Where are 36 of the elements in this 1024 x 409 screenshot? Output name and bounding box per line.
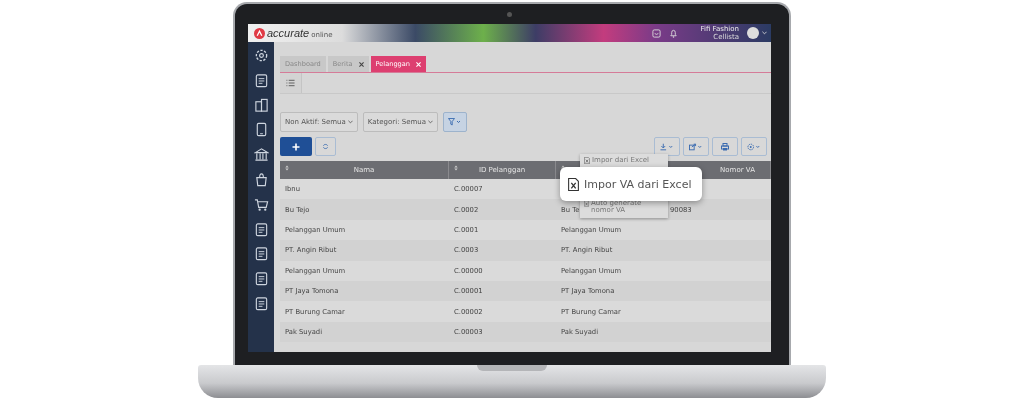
- bell-icon[interactable]: [669, 28, 679, 38]
- excel-file-icon: [568, 177, 579, 191]
- list-icon: [286, 79, 295, 87]
- printer-icon: [721, 142, 729, 151]
- add-button[interactable]: [280, 137, 312, 156]
- sort-icon[interactable]: [561, 165, 565, 171]
- gear-icon: [746, 142, 762, 151]
- sort-icon[interactable]: [454, 165, 458, 171]
- filter-icon: [448, 118, 463, 126]
- menu-item[interactable]: Impor VA dari Excel: [560, 167, 702, 201]
- document-icon[interactable]: [253, 271, 269, 287]
- chevron-down-icon: [428, 120, 434, 124]
- logo-icon: [254, 27, 265, 39]
- list-view-button[interactable]: [280, 73, 302, 93]
- bank-icon[interactable]: [253, 147, 269, 163]
- bag-icon[interactable]: [253, 172, 269, 187]
- chevron-down-icon: [347, 120, 353, 124]
- plus-icon: [292, 142, 300, 151]
- avatar[interactable]: [747, 27, 759, 39]
- share-button[interactable]: [683, 137, 709, 156]
- print-button[interactable]: [712, 137, 738, 156]
- download-icon: [659, 142, 675, 151]
- refresh-icon: [322, 143, 329, 150]
- share-icon: [688, 142, 704, 151]
- cart-icon[interactable]: [253, 196, 269, 212]
- excel-file-icon: [584, 157, 590, 164]
- sort-icon[interactable]: [285, 165, 289, 171]
- close-icon[interactable]: [358, 61, 364, 67]
- report-icon[interactable]: [253, 295, 269, 311]
- gear-icon[interactable]: [253, 48, 269, 63]
- building-icon[interactable]: [253, 97, 269, 113]
- logo-text: accurate: [267, 27, 310, 39]
- chat-icon[interactable]: [652, 28, 662, 38]
- chevron-down-icon[interactable]: [762, 31, 767, 35]
- excel-file-icon: [584, 199, 590, 207]
- camera-dot: [507, 12, 512, 17]
